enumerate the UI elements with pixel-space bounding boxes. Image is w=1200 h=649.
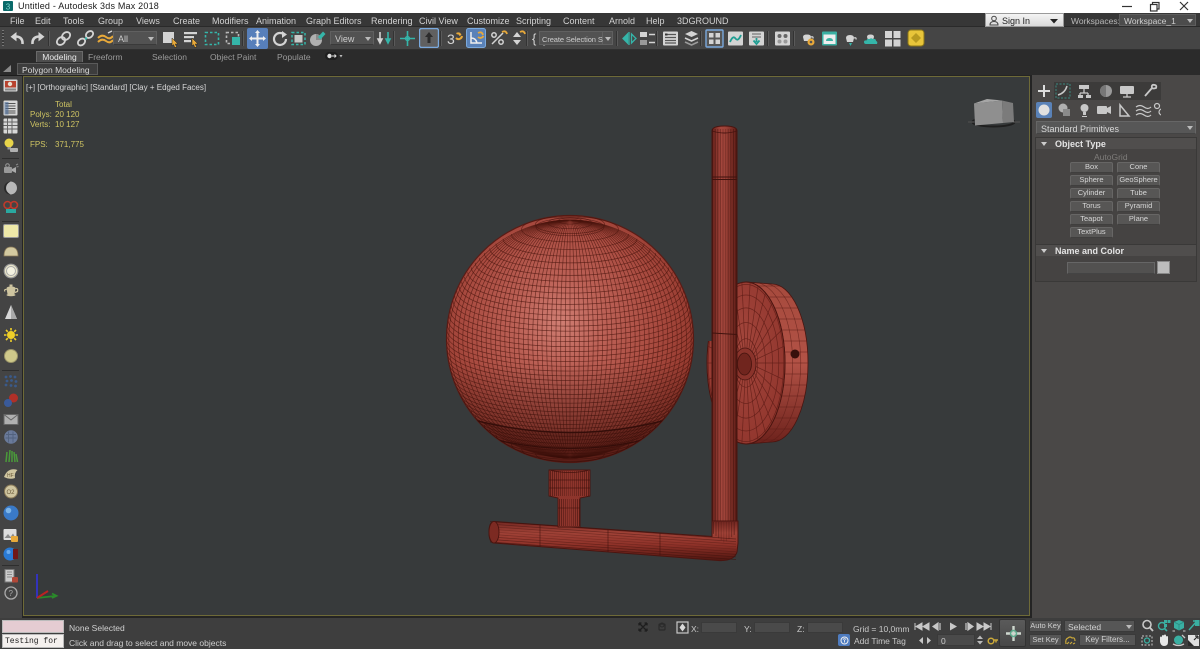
- svg-text:?: ?: [9, 589, 14, 598]
- svg-text:O2: O2: [7, 490, 16, 496]
- svg-text:{: {: [532, 31, 537, 46]
- svg-text:HF: HF: [7, 473, 14, 479]
- svg-text:3: 3: [447, 31, 455, 47]
- svg-text:3: 3: [6, 3, 11, 12]
